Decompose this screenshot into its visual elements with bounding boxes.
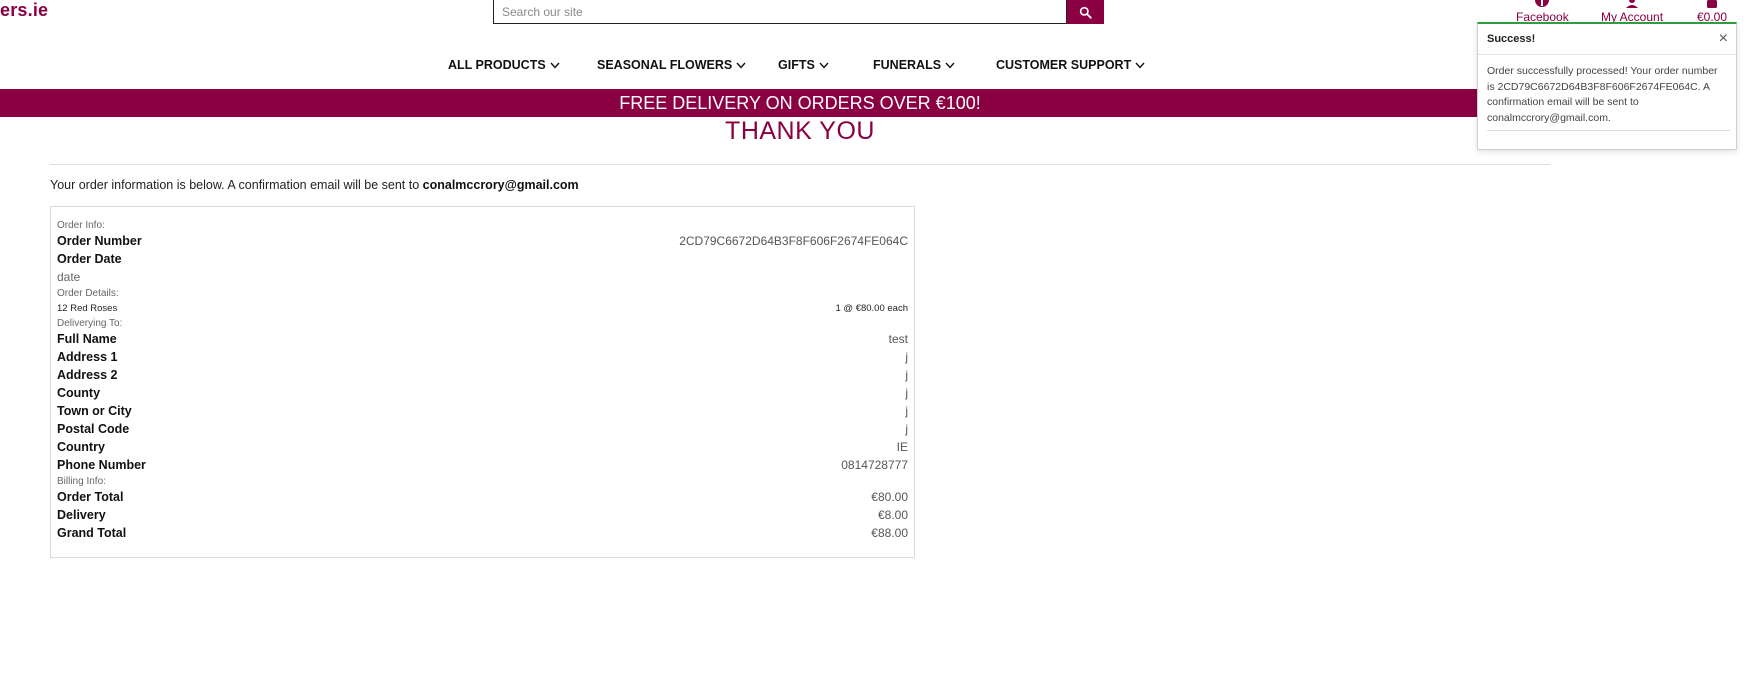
line-item-qty-price: 1 @ €80.00 each [835,302,908,314]
nav-gifts[interactable]: GIFTS [778,58,829,72]
billing-value: €88.00 [871,526,908,540]
delivery-label: Country [57,440,105,454]
facebook-icon [1535,0,1550,7]
search-bar [493,0,1104,24]
site-logo[interactable]: ers.ie [0,0,48,24]
nav-funerals[interactable]: FUNERALS [873,58,955,72]
nav-label: FUNERALS [873,58,942,72]
free-delivery-banner: FREE DELIVERY ON ORDERS OVER €100! [0,89,1600,117]
order-number-label: Order Number [57,234,142,248]
nav-label: CUSTOMER SUPPORT [996,58,1132,72]
delivery-row: Postal Code j [57,420,908,438]
order-summary-card: Order Info: Order Number 2CD79C6672D64B3… [50,206,915,558]
toast-header: Success! × [1478,24,1736,48]
delivery-label: Postal Code [57,422,130,436]
order-date-value: date [57,270,81,284]
search-button[interactable] [1067,0,1104,24]
success-toast: Success! × Order successfully processed!… [1477,22,1737,150]
delivery-row: Town or City j [57,402,908,420]
toast-message: Order successfully processed! Your order… [1487,65,1718,124]
delivery-value: IE [896,440,908,454]
my-account-link[interactable]: My Account [1601,0,1663,24]
section-heading-order-details: Order Details: [57,288,119,299]
billing-value: €80.00 [871,490,908,504]
line-item-name: 12 Red Roses [57,302,118,314]
delivery-value: j [905,350,908,364]
nav-customer-support[interactable]: CUSTOMER SUPPORT [996,58,1145,72]
chevron-down-icon [736,62,746,69]
nav-label: ALL PRODUCTS [448,58,546,72]
divider [50,164,1550,165]
intro-email: conalmccrory@gmail.com [422,178,579,192]
main-nav: ALL PRODUCTS SEASONAL FLOWERS GIFTS FUNE… [0,58,1600,78]
chevron-down-icon [550,62,560,69]
nav-label: SEASONAL FLOWERS [597,58,733,72]
delivery-label: Address 1 [57,350,118,364]
delivery-value: test [888,332,908,346]
banner-text: FREE DELIVERY ON ORDERS OVER €100! [619,92,981,113]
order-intro: Your order information is below. A confi… [50,178,579,192]
search-icon [1079,6,1092,19]
delivery-label: Full Name [57,332,117,346]
delivery-value: j [905,386,908,400]
nav-label: GIFTS [778,58,815,72]
toast-footer-rule [1487,130,1730,131]
delivery-label: Town or City [57,404,132,418]
delivery-label: Phone Number [57,458,146,472]
delivery-row: Full Name test [57,330,908,348]
billing-label: Grand Total [57,526,127,540]
section-heading-delivery: Deliverying To: [57,318,123,329]
delivery-value: 0814728777 [841,458,908,472]
billing-label: Order Total [57,490,124,504]
nav-seasonal-flowers[interactable]: SEASONAL FLOWERS [597,58,746,72]
chevron-down-icon [1135,62,1145,69]
delivery-label: County [57,386,101,400]
delivery-value: j [905,368,908,382]
order-date-row: Order Date [57,250,908,268]
chevron-down-icon [819,62,829,69]
delivery-row: County j [57,384,908,402]
billing-row: Order Total €80.00 [57,488,908,506]
billing-row: Grand Total €88.00 [57,524,908,542]
billing-label: Delivery [57,508,106,522]
close-icon[interactable]: × [1719,30,1728,48]
delivery-row: Phone Number 0814728777 [57,456,908,474]
delivery-row: Country IE [57,438,908,456]
line-item: 12 Red Roses 1 @ €80.00 each [57,300,908,316]
section-heading-order-info: Order Info: [57,220,105,231]
billing-value: €8.00 [877,508,908,522]
order-number-value: 2CD79C6672D64B3F8F606F2674FE064C [679,234,908,248]
facebook-link[interactable]: Facebook [1516,0,1569,24]
order-number-row: Order Number 2CD79C6672D64B3F8F606F2674F… [57,232,908,250]
shopping-bag-link[interactable]: €0.00 [1697,0,1727,24]
delivery-row: Address 2 j [57,366,908,384]
delivery-row: Address 1 j [57,348,908,366]
section-heading-billing: Billing Info: [57,476,106,487]
nav-all-products[interactable]: ALL PRODUCTS [448,58,560,72]
delivery-value: j [905,422,908,436]
delivery-label: Address 2 [57,368,118,382]
delivery-value: j [905,404,908,418]
intro-text: Your order information is below. A confi… [50,178,420,192]
user-icon [1626,0,1639,8]
order-date-label: Order Date [57,252,122,266]
search-input[interactable] [493,0,1067,24]
page-title: THANK YOU [725,117,875,145]
shopping-bag-icon [1707,0,1718,8]
toast-title: Success! [1487,33,1536,45]
billing-row: Delivery €8.00 [57,506,908,524]
chevron-down-icon [945,62,955,69]
